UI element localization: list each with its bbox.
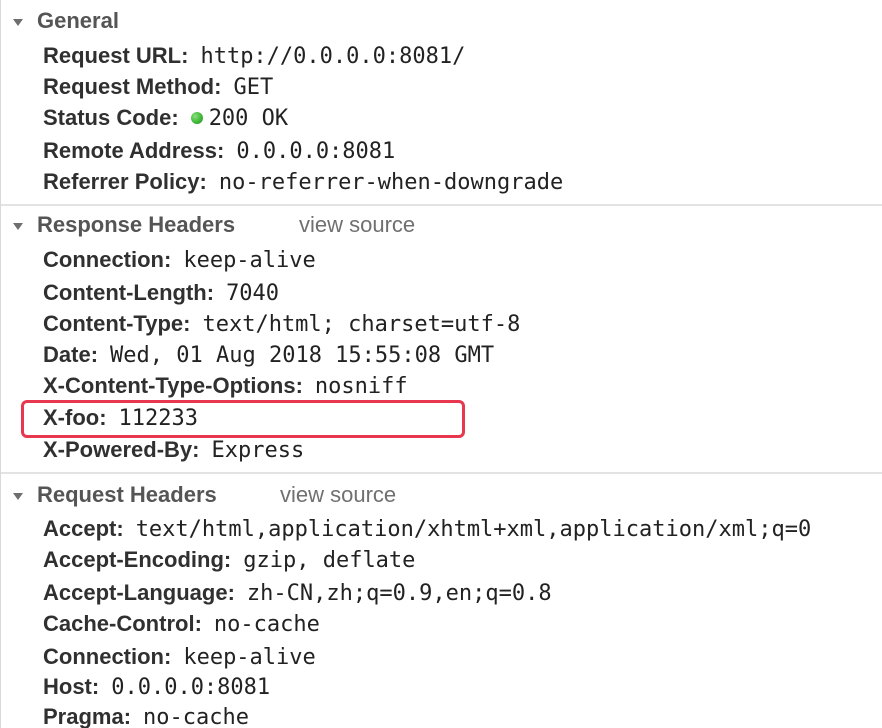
header-key: Accept xyxy=(43,516,117,541)
expand-triangle-icon xyxy=(13,493,23,500)
header-value: zh-CN,zh;q=0.9,en;q=0.8 xyxy=(246,581,552,606)
expand-triangle-icon xyxy=(13,223,23,230)
header-row-x-powered-by[interactable]: X-Powered-By: Express xyxy=(43,436,304,466)
general-section-header[interactable]: General xyxy=(1,6,882,36)
header-key: Remote Address xyxy=(43,138,218,163)
header-value: text/html,application/xhtml+xml,applicat… xyxy=(135,517,812,542)
header-row-request-method[interactable]: Request Method: GET xyxy=(43,73,273,103)
header-row-referrer-policy[interactable]: Referrer Policy: no-referrer-when-downgra… xyxy=(43,168,563,198)
header-value: Express xyxy=(211,438,305,463)
header-value: GET xyxy=(233,75,274,100)
header-row-content-type[interactable]: Content-Type: text/html; charset=utf-8 xyxy=(43,310,520,340)
header-value: no-referrer-when-downgrade xyxy=(218,170,564,195)
response-headers-section-header[interactable]: Response Headers view source xyxy=(1,210,882,240)
header-value: nosniff xyxy=(314,374,408,399)
headers-panel: General Request URL: http://0.0.0.0:8081/… xyxy=(0,0,882,728)
header-key: Date xyxy=(43,342,91,367)
header-key: Pragma xyxy=(43,704,124,728)
header-row-cache-control[interactable]: Cache-Control: no-cache xyxy=(43,610,320,640)
header-key: Connection xyxy=(43,644,164,669)
header-key: Cache-Control xyxy=(43,611,195,636)
expand-triangle-icon xyxy=(13,19,23,26)
header-key: Host xyxy=(43,674,92,699)
request-headers-view-source-link[interactable]: view source xyxy=(280,482,396,508)
section-divider xyxy=(1,472,882,474)
header-value: 7040 xyxy=(226,281,280,306)
header-row-x-foo[interactable]: X-foo: 112233 xyxy=(43,404,198,434)
header-row-request-url[interactable]: Request URL: http://0.0.0.0:8081/ xyxy=(43,42,465,72)
header-key: X-Powered-By xyxy=(43,437,193,462)
header-key: Request URL xyxy=(43,43,182,68)
header-value: 0.0.0.0:8081 xyxy=(236,139,396,164)
header-row-accept-language[interactable]: Accept-Language: zh-CN,zh;q=0.9,en;q=0.8 xyxy=(43,579,552,609)
header-row-content-length[interactable]: Content-Length: 7040 xyxy=(43,279,279,309)
header-value: keep-alive xyxy=(183,645,316,670)
status-ok-dot-icon xyxy=(190,112,203,124)
header-row-connection[interactable]: Connection: keep-alive xyxy=(43,643,316,673)
header-key: Content-Type xyxy=(43,311,184,336)
header-key: X-foo xyxy=(43,405,100,430)
header-row-connection[interactable]: Connection: keep-alive xyxy=(43,246,316,276)
header-row-status-code[interactable]: Status Code: 200 OK xyxy=(43,104,288,134)
response-headers-section-title: Response Headers xyxy=(37,212,236,237)
header-key: Request Method xyxy=(43,74,215,99)
header-value: 112233 xyxy=(118,406,199,431)
header-row-remote-address[interactable]: Remote Address: 0.0.0.0:8081 xyxy=(43,137,395,167)
request-headers-section-header[interactable]: Request Headers view source xyxy=(1,480,882,510)
response-headers-view-source-link[interactable]: view source xyxy=(299,212,415,238)
header-key: Accept-Encoding xyxy=(43,547,224,572)
header-row-x-content-type-options[interactable]: X-Content-Type-Options: nosniff xyxy=(43,372,408,402)
request-headers-section-title: Request Headers xyxy=(37,482,217,507)
header-value: http://0.0.0.0:8081/ xyxy=(200,44,466,69)
header-row-date[interactable]: Date: Wed, 01 Aug 2018 15:55:08 GMT xyxy=(43,341,494,371)
header-row-host[interactable]: Host: 0.0.0.0:8081 xyxy=(43,673,270,703)
header-row-accept[interactable]: Accept: text/html,application/xhtml+xml,a… xyxy=(43,515,811,545)
header-value: no-cache xyxy=(143,705,250,728)
header-value: Wed, 01 Aug 2018 15:55:08 GMT xyxy=(110,343,495,368)
header-value: 0.0.0.0:8081 xyxy=(111,675,271,700)
header-key: Content-Length xyxy=(43,280,207,305)
header-value: no-cache xyxy=(213,612,320,637)
header-row-accept-encoding[interactable]: Accept-Encoding: gzip, deflate xyxy=(43,546,415,576)
header-value: 200 OK xyxy=(208,106,289,131)
header-key: Accept-Language xyxy=(43,580,228,605)
header-value: gzip, deflate xyxy=(243,548,416,573)
header-key: Connection xyxy=(43,247,164,272)
header-value: keep-alive xyxy=(183,248,316,273)
general-section-title: General xyxy=(37,8,119,33)
section-divider xyxy=(1,204,882,206)
header-key: Status Code xyxy=(43,105,172,130)
header-key: Referrer Policy xyxy=(43,169,200,194)
header-row-pragma[interactable]: Pragma: no-cache xyxy=(43,703,249,728)
header-key: X-Content-Type-Options xyxy=(43,373,296,398)
header-value: text/html; charset=utf-8 xyxy=(202,312,521,337)
